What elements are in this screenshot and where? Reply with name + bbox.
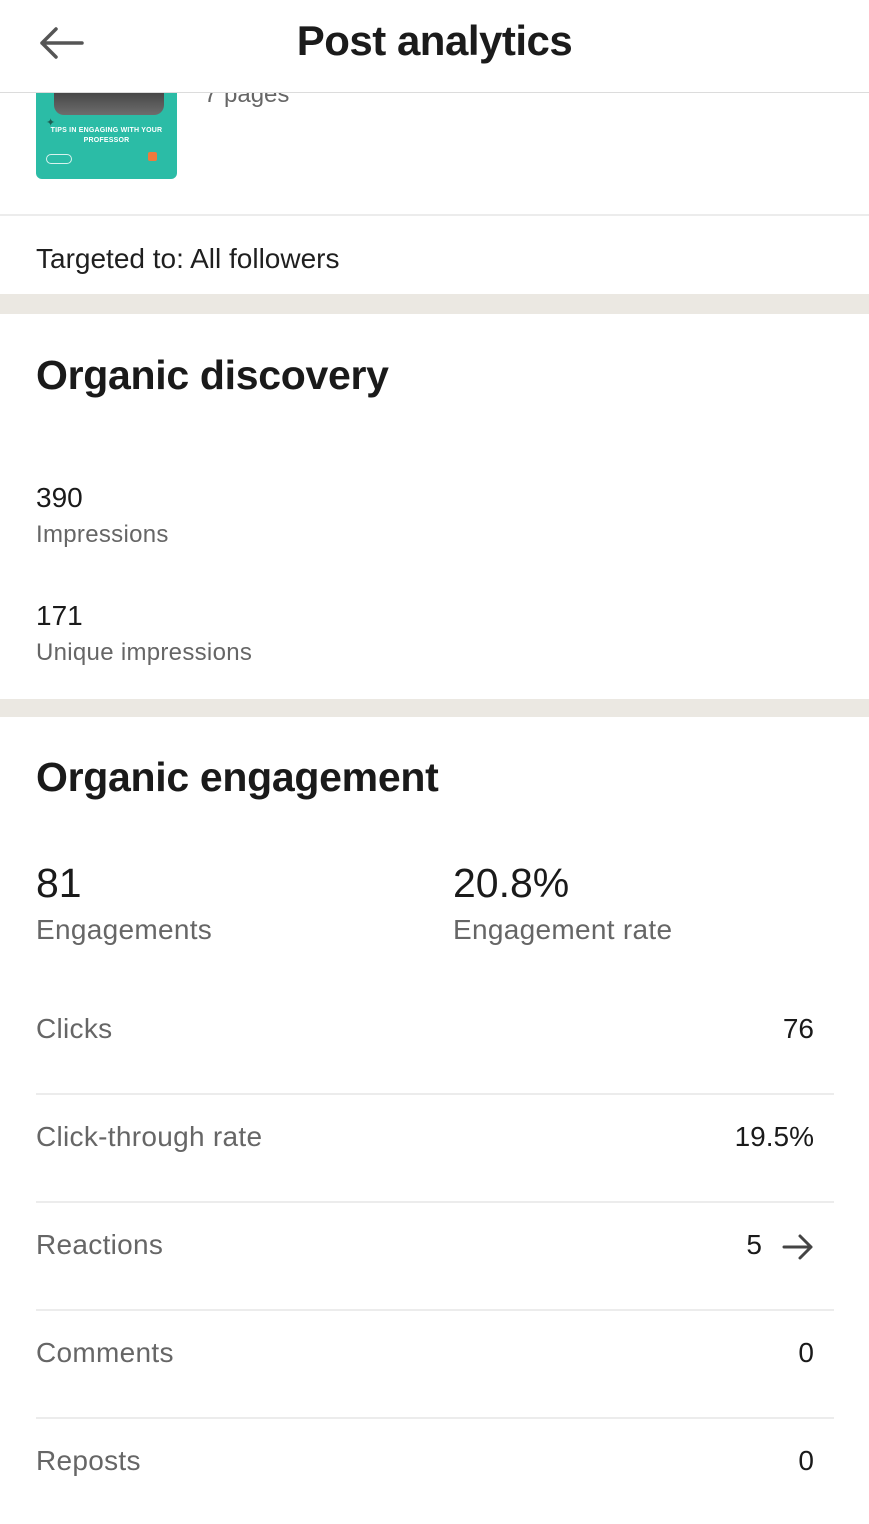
reactions-value: 5 [746,1229,762,1260]
top-bar: Post analytics [0,0,869,93]
page-title: Post analytics [296,17,573,64]
swirl-decoration [46,154,72,164]
engagement-rate-value: 20.8% [453,860,570,906]
organic-discovery-heading: Organic discovery [36,352,389,398]
targeting-row: Targeted to: All followers [0,216,869,294]
unique-impressions-value: 171 [36,600,83,631]
post-analytics-page: ✦ TIPS IN ENGAGING WITH YOUR PROFESSOR 7… [0,0,869,1524]
engagement-rate-label: Engagement rate [453,914,673,945]
engagements-value: 81 [36,860,82,906]
section-divider [0,699,869,717]
impressions-value: 390 [36,482,83,513]
click-through-rate-row: Click-through rate 19.5% [36,1095,834,1203]
clicks-value: 76 [782,1013,814,1044]
click-through-rate-label: Click-through rate [36,1121,263,1152]
impressions-label: Impressions [36,521,169,548]
reactions-row[interactable]: Reactions 5 [36,1203,834,1311]
reposts-label: Reposts [36,1445,141,1476]
section-divider [0,294,869,314]
clicks-row: Clicks 76 [36,987,834,1095]
clicks-label: Clicks [36,1013,113,1044]
reactions-label: Reactions [36,1229,164,1260]
organic-engagement-heading: Organic engagement [36,754,439,800]
comments-row: Comments 0 [36,1311,834,1419]
reactions-detail-button[interactable] [778,1227,818,1267]
targeting-text: Targeted to: All followers [36,243,340,274]
arrow-right-icon [782,1234,813,1260]
click-through-rate-value: 19.5% [734,1121,814,1152]
thumbnail-caption: TIPS IN ENGAGING WITH YOUR PROFESSOR [50,127,163,144]
engagements-label: Engagements [36,914,213,945]
reposts-value: 0 [798,1445,814,1476]
badge-decoration [148,152,157,161]
comments-value: 0 [798,1337,814,1368]
comments-label: Comments [36,1337,174,1368]
reposts-row: Reposts 0 [36,1419,834,1524]
unique-impressions-label: Unique impressions [36,639,253,666]
